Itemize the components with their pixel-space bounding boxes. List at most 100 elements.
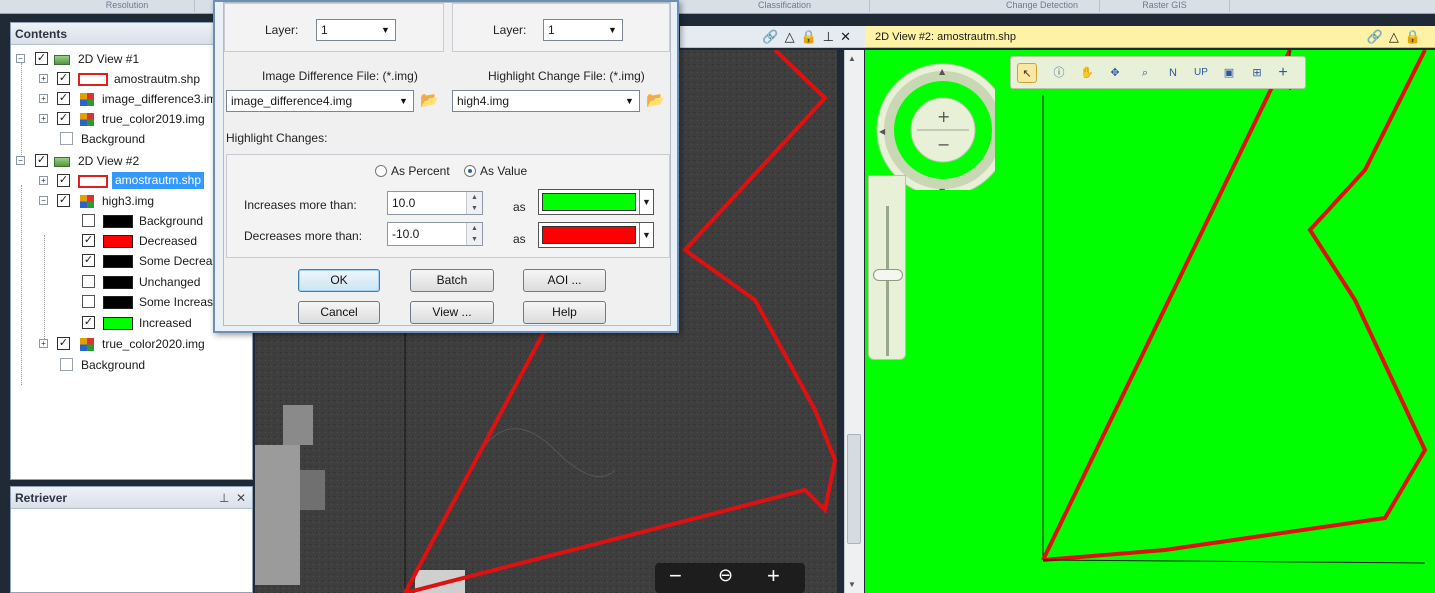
- checkbox[interactable]: ✓: [57, 174, 70, 187]
- image-difference-file-value: image_difference4.img: [231, 94, 353, 108]
- close-icon[interactable]: ✕: [840, 29, 857, 44]
- lock-icon[interactable]: 🔒: [1405, 29, 1427, 44]
- expand-icon[interactable]: +: [39, 74, 48, 83]
- scroll-down-icon[interactable]: ▼: [848, 580, 856, 589]
- navigation-wheel[interactable]: + − ▲ ▼ ◀ ▶: [875, 60, 1010, 197]
- view1-scrollbar[interactable]: ▲ ▼: [844, 50, 864, 593]
- scroll-up-icon[interactable]: ▲: [848, 54, 856, 63]
- zoom-magnifier-icon[interactable]: ⌕: [1135, 63, 1155, 83]
- ribbon-tab-raster-gis[interactable]: Raster GIS: [1100, 0, 1230, 12]
- highlight-change-file-input[interactable]: high4.img ▼: [452, 90, 640, 112]
- pin-icon[interactable]: ⊥: [823, 29, 840, 44]
- ribbon-tab-classification[interactable]: Classification: [700, 0, 870, 12]
- help-button[interactable]: Help: [523, 301, 606, 324]
- raster-icon: [80, 195, 94, 208]
- zoom-slider-thumb[interactable]: [873, 269, 903, 281]
- up-icon[interactable]: UP: [1191, 63, 1211, 83]
- checkbox[interactable]: [60, 358, 73, 371]
- svg-text:+: +: [937, 107, 950, 126]
- checkbox[interactable]: ✓: [57, 72, 70, 85]
- decrease-color-select[interactable]: ▼: [538, 222, 654, 248]
- increases-value: 10.0: [392, 196, 416, 210]
- retriever-header: Retriever ⊥ ✕: [11, 487, 252, 509]
- zoom-out-button[interactable]: −: [669, 563, 682, 589]
- triangle-icon[interactable]: △: [785, 29, 801, 44]
- layer-select-left[interactable]: 1 ▼: [316, 19, 396, 41]
- checkbox[interactable]: ✓: [82, 254, 95, 267]
- as-value-radio[interactable]: [464, 165, 476, 177]
- expand-icon[interactable]: +: [39, 339, 48, 348]
- view-button[interactable]: View ...: [410, 301, 494, 324]
- tree-node-true-color2020[interactable]: + ✓ true_color2020.img: [11, 334, 251, 354]
- class-label: Decreased: [139, 234, 198, 248]
- expand-icon[interactable]: +: [39, 176, 48, 185]
- color-swatch: [103, 255, 133, 268]
- highlight-changes-group: As Percent As Value Increases more than:…: [226, 154, 670, 258]
- cancel-button[interactable]: Cancel: [298, 301, 380, 324]
- as-percent-radio[interactable]: [375, 165, 387, 177]
- checkbox[interactable]: [82, 214, 95, 227]
- north-up-icon[interactable]: N: [1163, 63, 1183, 83]
- dialog-body: Layer: 1 ▼ Layer: 1 ▼ Image Difference F…: [223, 2, 671, 326]
- raster-icon: [80, 338, 94, 351]
- expand-icon[interactable]: +: [39, 94, 48, 103]
- checkbox[interactable]: ✓: [57, 92, 70, 105]
- capture-icon[interactable]: ▣: [1219, 63, 1239, 83]
- ok-button[interactable]: OK: [298, 269, 380, 292]
- view-icon: [54, 55, 70, 65]
- collapse-icon[interactable]: −: [39, 196, 48, 205]
- triangle-icon[interactable]: △: [1389, 29, 1405, 44]
- checkbox[interactable]: ✓: [57, 337, 70, 350]
- checkbox[interactable]: [82, 275, 95, 288]
- decreases-spinner[interactable]: -10.0 ▲ ▼: [387, 222, 483, 246]
- info-icon[interactable]: ⓘ: [1049, 63, 1069, 83]
- tree-node-background-2[interactable]: Background: [11, 355, 251, 375]
- layer-select-right[interactable]: 1 ▼: [543, 19, 623, 41]
- zoom-in-button[interactable]: +: [767, 563, 780, 589]
- zoom-icon[interactable]: ⊖: [718, 565, 733, 586]
- close-icon[interactable]: ✕: [236, 491, 246, 505]
- checkbox[interactable]: [60, 132, 73, 145]
- spinner-arrows-icon[interactable]: ▲ ▼: [466, 223, 482, 245]
- checkbox[interactable]: ✓: [35, 52, 48, 65]
- increases-spinner[interactable]: 10.0 ▲ ▼: [387, 191, 483, 215]
- checkbox[interactable]: [82, 295, 95, 308]
- pin-icon[interactable]: ⊥: [219, 491, 229, 505]
- spinner-arrows-icon[interactable]: ▲ ▼: [466, 192, 482, 214]
- lock-icon[interactable]: 🔒: [801, 29, 823, 44]
- tree-label-selected: amostrautm.shp: [112, 172, 205, 189]
- checkbox[interactable]: ✓: [35, 154, 48, 167]
- collapse-icon[interactable]: −: [16, 156, 25, 165]
- ribbon-tab-resolution[interactable]: Resolution: [60, 0, 195, 12]
- roam-icon[interactable]: ✋: [1077, 63, 1097, 83]
- batch-button[interactable]: Batch: [410, 269, 494, 292]
- scroll-thumb[interactable]: [847, 434, 861, 544]
- select-arrow-icon[interactable]: ↖: [1017, 63, 1037, 83]
- color-swatch: [103, 235, 133, 248]
- zoom-slider[interactable]: [868, 175, 906, 360]
- pan-icon[interactable]: ✥: [1105, 63, 1125, 83]
- increases-label: Increases more than:: [244, 198, 357, 212]
- color-swatch: [103, 276, 133, 289]
- aoi-button[interactable]: AOI ...: [523, 269, 606, 292]
- collapse-icon[interactable]: −: [16, 54, 25, 63]
- increase-color-select[interactable]: ▼: [538, 189, 654, 215]
- class-label: Some Increas: [139, 295, 214, 309]
- chevron-down-icon: ▼: [608, 25, 617, 35]
- image-difference-label: Image Difference File: (*.img): [262, 69, 418, 83]
- view2-header: 2D View #2: amostrautm.shp 🔗△🔒: [865, 26, 1435, 48]
- expand-icon[interactable]: +: [39, 114, 48, 123]
- checkbox[interactable]: ✓: [57, 112, 70, 125]
- svg-text:◀: ◀: [879, 127, 886, 136]
- checkbox[interactable]: ✓: [82, 316, 95, 329]
- ribbon-tab-change-detection[interactable]: Change Detection: [985, 0, 1100, 12]
- crosshair-icon[interactable]: +: [1273, 63, 1293, 83]
- checkbox[interactable]: ✓: [82, 234, 95, 247]
- link-icon[interactable]: 🔗: [1367, 29, 1389, 44]
- checkbox[interactable]: ✓: [57, 194, 70, 207]
- folder-open-icon[interactable]: 📂: [646, 92, 666, 110]
- extent-icon[interactable]: ⊞: [1247, 63, 1267, 83]
- image-difference-file-input[interactable]: image_difference4.img ▼: [226, 90, 414, 112]
- link-icon[interactable]: 🔗: [762, 29, 784, 44]
- folder-open-icon[interactable]: 📂: [420, 92, 440, 110]
